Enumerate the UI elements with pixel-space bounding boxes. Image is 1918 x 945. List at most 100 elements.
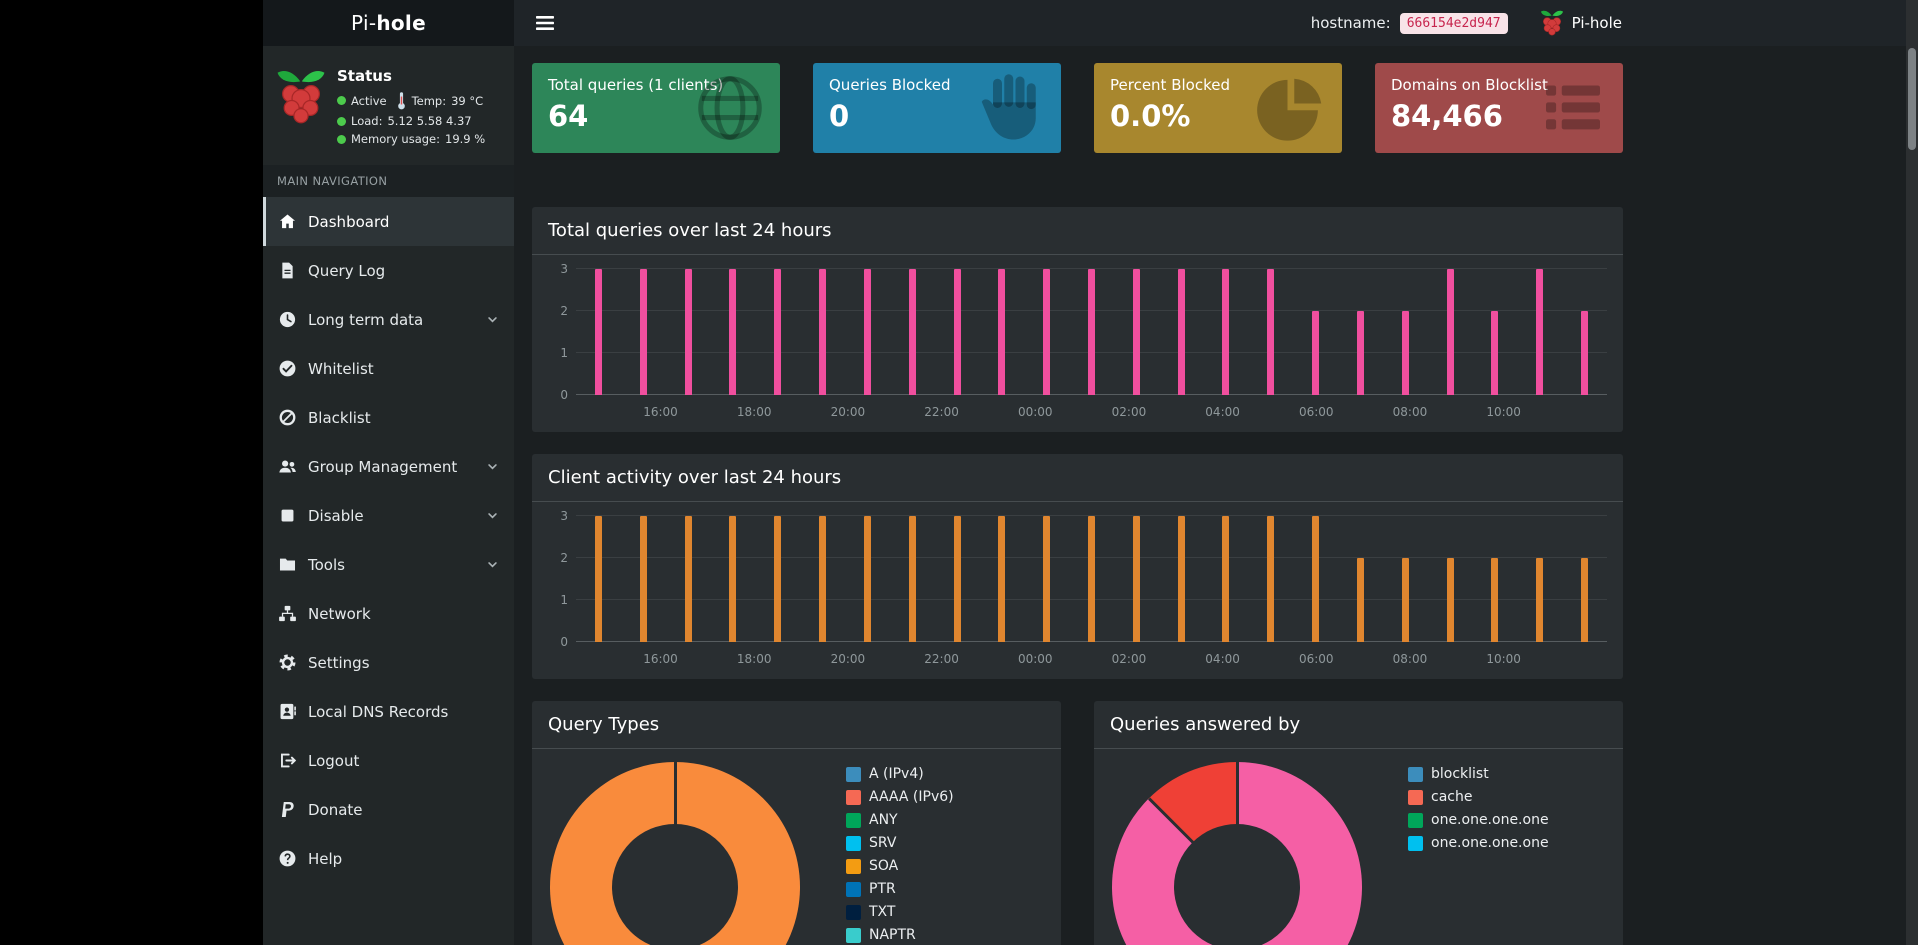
status-box: Status Active Temp: 39 °C Load: 5.12 5.5…: [263, 46, 514, 165]
top-navbar: Pi-hole hostname: 666154e2d947 Pi-hole: [263, 0, 1906, 46]
x-axis-label: 16:00: [643, 405, 678, 419]
navbar-right: hostname: 666154e2d947 Pi-hole: [1311, 9, 1622, 37]
sidebar-item-label: Whitelist: [308, 359, 374, 378]
legend-item-txt[interactable]: TXT: [846, 904, 954, 920]
legend-item-cache[interactable]: cache: [1408, 789, 1549, 805]
x-axis-label: 10:00: [1486, 405, 1521, 419]
panel-header: Query Types: [532, 701, 1061, 749]
sidebar-item-query-log[interactable]: Query Log: [263, 246, 514, 295]
sidebar-item-settings[interactable]: Settings: [263, 638, 514, 687]
legend-label: SRV: [869, 835, 897, 851]
temp-value: 39 °C: [451, 93, 484, 108]
sidebar-item-local-dns-records[interactable]: Local DNS Records: [263, 687, 514, 736]
y-axis-label: 3: [560, 262, 568, 276]
bar: [1177, 269, 1185, 395]
legend-item-any[interactable]: ANY: [846, 812, 954, 828]
status-row-memory: Memory usage: 19.9 %: [337, 132, 485, 146]
legend-item-srv[interactable]: SRV: [846, 835, 954, 851]
panel-header: Total queries over last 24 hours: [532, 207, 1623, 255]
sidebar-item-label: Blacklist: [308, 408, 371, 427]
status-row-load: Load: 5.12 5.58 4.37: [337, 114, 485, 128]
status-active-dot: [337, 96, 346, 105]
sidebar-item-label: Donate: [308, 800, 363, 819]
legend-item-naptr[interactable]: NAPTR: [846, 927, 954, 943]
bar: [863, 516, 871, 642]
legend-item-one-one-one-one[interactable]: one.one.one.one: [1408, 812, 1549, 828]
sidebar-item-label: Disable: [308, 506, 364, 525]
sidebar-item-disable[interactable]: Disable: [263, 491, 514, 540]
queries-answered-by-chart[interactable]: blocklist cache one.one.one.one one.one.one…: [1094, 749, 1623, 945]
sidebar-item-logout[interactable]: Logout: [263, 736, 514, 785]
sidebar-item-long-term-data[interactable]: Long term data: [263, 295, 514, 344]
card-queries-blocked[interactable]: Queries Blocked 0: [813, 63, 1061, 153]
legend-item-aaaa-ipv6[interactable]: AAAA (IPv6): [846, 789, 954, 805]
bar: [1177, 516, 1185, 642]
queries-answered-by-donut[interactable]: [1112, 762, 1362, 945]
sidebar-item-label: Group Management: [308, 457, 458, 476]
bar: [1222, 269, 1230, 395]
sidebar-item-label: Local DNS Records: [308, 702, 449, 721]
legend-item-soa[interactable]: SOA: [846, 858, 954, 874]
sidebar-item-help[interactable]: Help: [263, 834, 514, 883]
memory-label: Memory usage:: [351, 132, 441, 146]
sidebar-toggle-button[interactable]: [530, 8, 560, 38]
navbar-main: hostname: 666154e2d947 Pi-hole: [514, 0, 1906, 46]
sidebar-item-label: Dashboard: [308, 212, 390, 231]
sidebar-item-network[interactable]: Network: [263, 589, 514, 638]
query-types-donut[interactable]: [550, 762, 800, 945]
legend-item-blocklist[interactable]: blocklist: [1408, 766, 1549, 782]
x-axis-label: 00:00: [1017, 405, 1053, 419]
query-types-chart[interactable]: A (IPv4) AAAA (IPv6) ANY SRV SOA PTR TXT NAPTR: [532, 749, 1061, 945]
card-domains-on-blocklist[interactable]: Domains on Blocklist 84,466: [1375, 63, 1623, 153]
x-axis-label: 08:00: [1392, 652, 1428, 666]
sidebar: Status Active Temp: 39 °C Load: 5.12 5.5…: [263, 46, 514, 945]
total-queries-chart[interactable]: 0 1 2 3 16:00 18:00 20:00 22:00 00:00 02:00 04:00 0…: [548, 262, 1607, 425]
legend-label: TXT: [869, 904, 896, 920]
bar: [1446, 558, 1454, 642]
memory-value: 19.9 %: [445, 132, 486, 146]
bar: [1312, 311, 1320, 395]
bar: [1222, 516, 1230, 642]
x-axis-label: 18:00: [736, 652, 772, 666]
panel-client-activity: Client activity over last 24 hours 0 1 2 3 1…: [532, 454, 1623, 679]
bar: [908, 516, 916, 642]
bar: [1581, 311, 1589, 395]
panel-title: Total queries over last 24 hours: [548, 220, 832, 241]
sidebar-item-blacklist[interactable]: Blacklist: [263, 393, 514, 442]
sidebar-item-tools[interactable]: Tools: [263, 540, 514, 589]
x-axis-label: 18:00: [736, 405, 772, 419]
brand-pre: Pi-: [351, 11, 377, 35]
panel-header: Queries answered by: [1094, 701, 1623, 749]
bar: [639, 269, 647, 395]
bar: [863, 269, 871, 395]
card-percent-blocked[interactable]: Percent Blocked 0.0%: [1094, 63, 1342, 153]
sidebar-item-donate[interactable]: Donate: [263, 785, 514, 834]
legend-swatch: [846, 766, 861, 782]
legend-swatch: [846, 835, 861, 851]
legend-label: PTR: [869, 881, 896, 897]
brand-logo[interactable]: Pi-hole: [263, 0, 514, 46]
main-content: Total queries (1 clients) 64 Queries Block…: [514, 46, 1906, 945]
legend-label: NAPTR: [869, 927, 916, 943]
card-total-queries-1-clients[interactable]: Total queries (1 clients) 64: [532, 63, 780, 153]
bar: [594, 516, 602, 642]
hostname-badge: 666154e2d947: [1399, 12, 1508, 34]
client-activity-chart[interactable]: 0 1 2 3 16:00 18:00 20:00 22:00 00:00 02:00 04:00 0…: [548, 509, 1607, 672]
help-icon: [278, 849, 297, 868]
x-axis-label: 06:00: [1298, 652, 1334, 666]
legend-item-one-one-one-one[interactable]: one.one.one.one: [1408, 835, 1549, 851]
sidebar-item-group-management[interactable]: Group Management: [263, 442, 514, 491]
bar: [1491, 311, 1499, 395]
legend-item-ptr[interactable]: PTR: [846, 881, 954, 897]
address-book-icon: [278, 702, 297, 721]
sidebar-item-dashboard[interactable]: Dashboard: [263, 197, 514, 246]
brand-bold: hole: [376, 11, 426, 35]
sidebar-item-label: Tools: [308, 555, 345, 574]
sidebar-menu: Dashboard Query Log Long term data Whitelis…: [263, 197, 514, 883]
scrollbar[interactable]: [1906, 0, 1918, 945]
scrollbar-thumb[interactable]: [1908, 48, 1916, 150]
app-window: Pi-hole hostname: 666154e2d947 Pi-hole S…: [263, 0, 1906, 945]
sidebar-item-whitelist[interactable]: Whitelist: [263, 344, 514, 393]
legend-item-a-ipv4[interactable]: A (IPv4): [846, 766, 954, 782]
bar: [1446, 269, 1454, 395]
